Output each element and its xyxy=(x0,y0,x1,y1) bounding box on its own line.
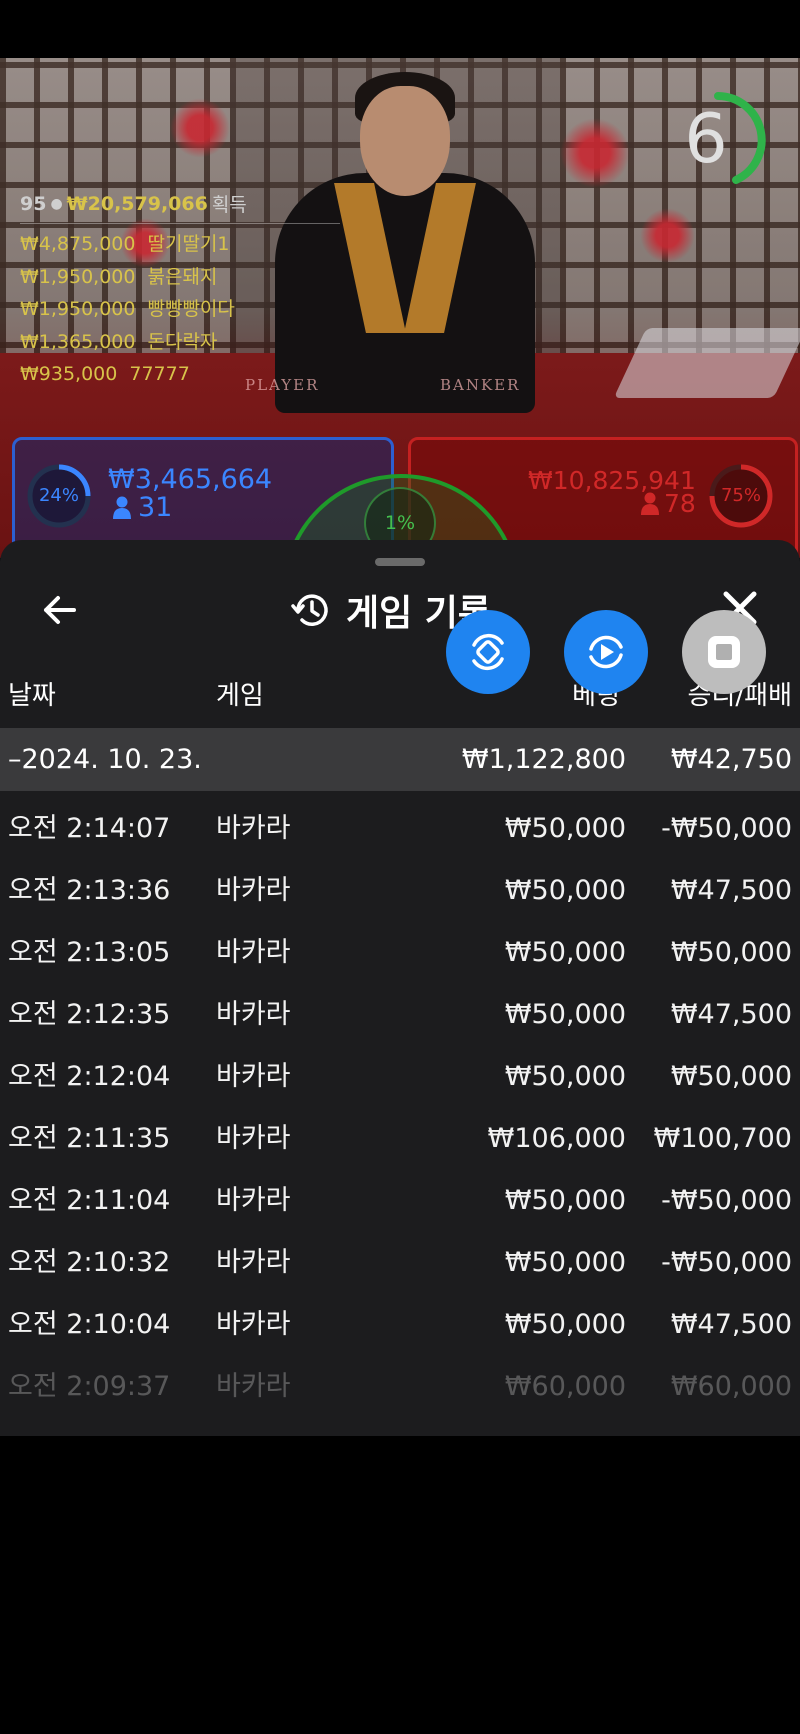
table-row[interactable]: 오전 2:12:35 바카라 ₩50,000 ₩47,500 xyxy=(0,984,800,1046)
player-count: 31 xyxy=(138,492,173,523)
rotate-screen-button[interactable] xyxy=(446,610,530,694)
date-group-result-total: ₩42,750 xyxy=(670,744,792,775)
person-icon xyxy=(640,492,660,516)
player-percent-ring: 24% xyxy=(26,463,92,529)
date-group-row[interactable]: –2024. 10. 23. ₩1,122,800 ₩42,750 xyxy=(0,728,800,791)
blossom-decoration xyxy=(560,118,630,188)
banker-felt-label: BANKER xyxy=(440,376,521,394)
person-icon xyxy=(112,496,132,520)
blossom-decoration xyxy=(170,98,230,158)
table-row[interactable]: 오전 2:11:04 바카라 ₩50,000 -₩50,000 xyxy=(0,1170,800,1232)
back-button[interactable] xyxy=(38,588,82,632)
history-icon xyxy=(291,594,328,626)
column-date[interactable]: 날짜 xyxy=(8,675,56,712)
table-row[interactable]: 오전 2:10:04 바카라 ₩50,000 ₩47,500 xyxy=(0,1294,800,1356)
banker-count: 78 xyxy=(664,489,696,518)
table-row[interactable]: 오전 2:13:05 바카라 ₩50,000 ₩50,000 xyxy=(0,922,800,984)
winners-total-label: 획득 xyxy=(211,194,247,216)
sheet-drag-handle[interactable] xyxy=(375,558,425,566)
date-group-label: –2024. 10. 23. xyxy=(8,744,202,775)
winner-row: ₩1,365,000 돈다락자 xyxy=(20,330,218,353)
table-row[interactable]: 오전 2:09:37 바카라 ₩60,000 ₩60,000 xyxy=(0,1356,800,1418)
replay-icon xyxy=(589,635,623,669)
table-header: 날짜 게임 베팅 승리/패배 xyxy=(0,675,800,715)
date-group-bet-total: ₩1,122,800 xyxy=(461,744,626,775)
blossom-decoration xyxy=(640,208,695,263)
replay-button[interactable] xyxy=(564,610,648,694)
winner-row: ₩935,000 77777 xyxy=(20,363,190,385)
back-arrow-icon xyxy=(44,596,76,624)
winners-total: ₩20,579,066 xyxy=(66,192,208,215)
table-row[interactable]: 오전 2:12:04 바카라 ₩50,000 ₩50,000 xyxy=(0,1046,800,1108)
table-row[interactable]: 오전 2:11:35 바카라 ₩106,000 ₩100,700 xyxy=(0,1108,800,1170)
table-row[interactable]: 오전 2:13:36 바카라 ₩50,000 ₩47,500 xyxy=(0,860,800,922)
stop-icon xyxy=(708,636,740,668)
person-icon: ● xyxy=(50,195,63,212)
player-bet-amount: ₩3,465,664 xyxy=(108,464,273,495)
card-shoe xyxy=(613,328,800,398)
column-game[interactable]: 게임 xyxy=(216,675,264,712)
winners-list: 95 ● ₩20,579,066 획득 ₩4,875,000 딸기딸기1 ₩1,9… xyxy=(20,190,350,391)
winner-row: ₩1,950,000 붉은돼지 xyxy=(20,265,218,288)
winner-row: ₩1,950,000 빵빵빵이다 xyxy=(20,298,235,320)
winners-header: 95 ● ₩20,579,066 획득 xyxy=(20,190,350,217)
countdown-value: 6 xyxy=(684,100,728,179)
countdown-timer: 6 xyxy=(666,88,770,192)
winner-row: ₩4,875,000 딸기딸기1 xyxy=(20,233,230,255)
divider xyxy=(20,223,340,224)
table-row[interactable]: 오전 2:10:32 바카라 ₩50,000 -₩50,000 xyxy=(0,1232,800,1294)
game-history-sheet: 게임 기록 날짜 게임 베팅 승리/패배 –2024. 10. 23. ₩1,1… xyxy=(0,540,800,1436)
winners-count: 95 xyxy=(20,192,47,215)
rotate-screen-icon xyxy=(472,633,504,671)
banker-percent-ring: 75% xyxy=(708,463,774,529)
stop-button[interactable] xyxy=(682,610,766,694)
table-row[interactable]: 오전 2:14:07 바카라 ₩50,000 -₩50,000 xyxy=(0,798,800,860)
